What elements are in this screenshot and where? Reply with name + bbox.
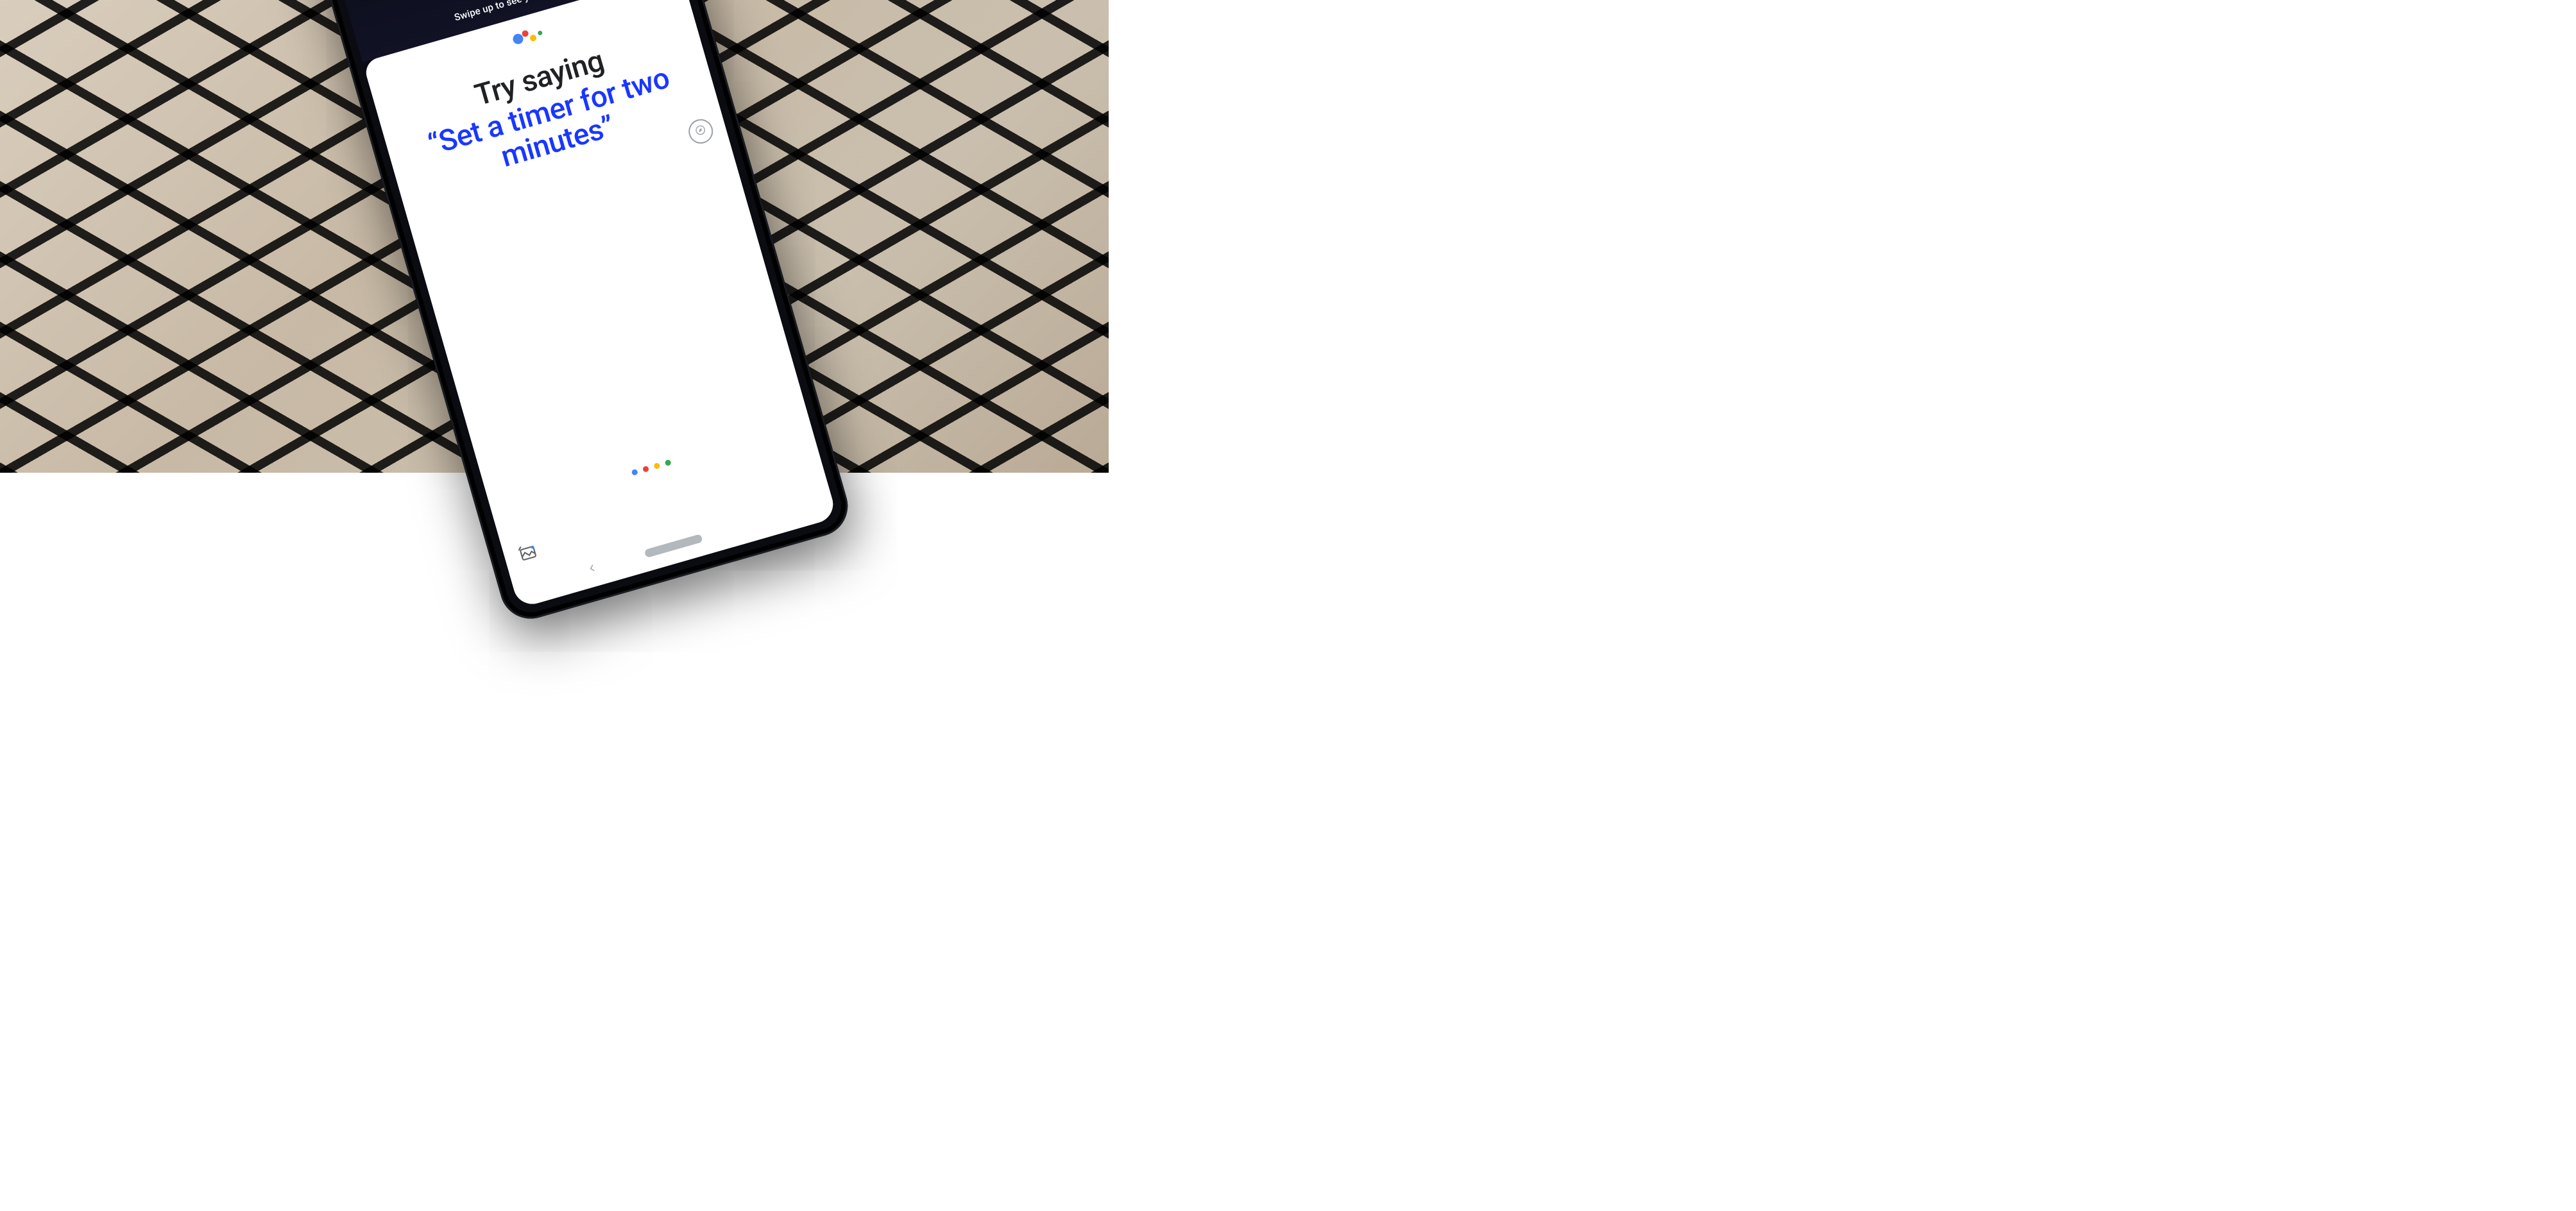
home-gesture-pill[interactable] [644,534,703,558]
assistant-panel[interactable]: Try saying “Set a timer for two minutes” [363,0,837,609]
google-lens-button[interactable] [516,543,540,566]
back-button[interactable] [586,561,599,577]
android-nav-bar [509,483,837,609]
photo-scene: Swipe up to see your updates Try saying … [0,0,1109,473]
phone-frame: Swipe up to see your updates Try saying … [308,0,855,626]
lens-icon [517,542,540,566]
google-assistant-logo-icon [511,26,544,47]
phone-screen: Swipe up to see your updates Try saying … [325,0,837,609]
compass-icon [694,124,708,139]
